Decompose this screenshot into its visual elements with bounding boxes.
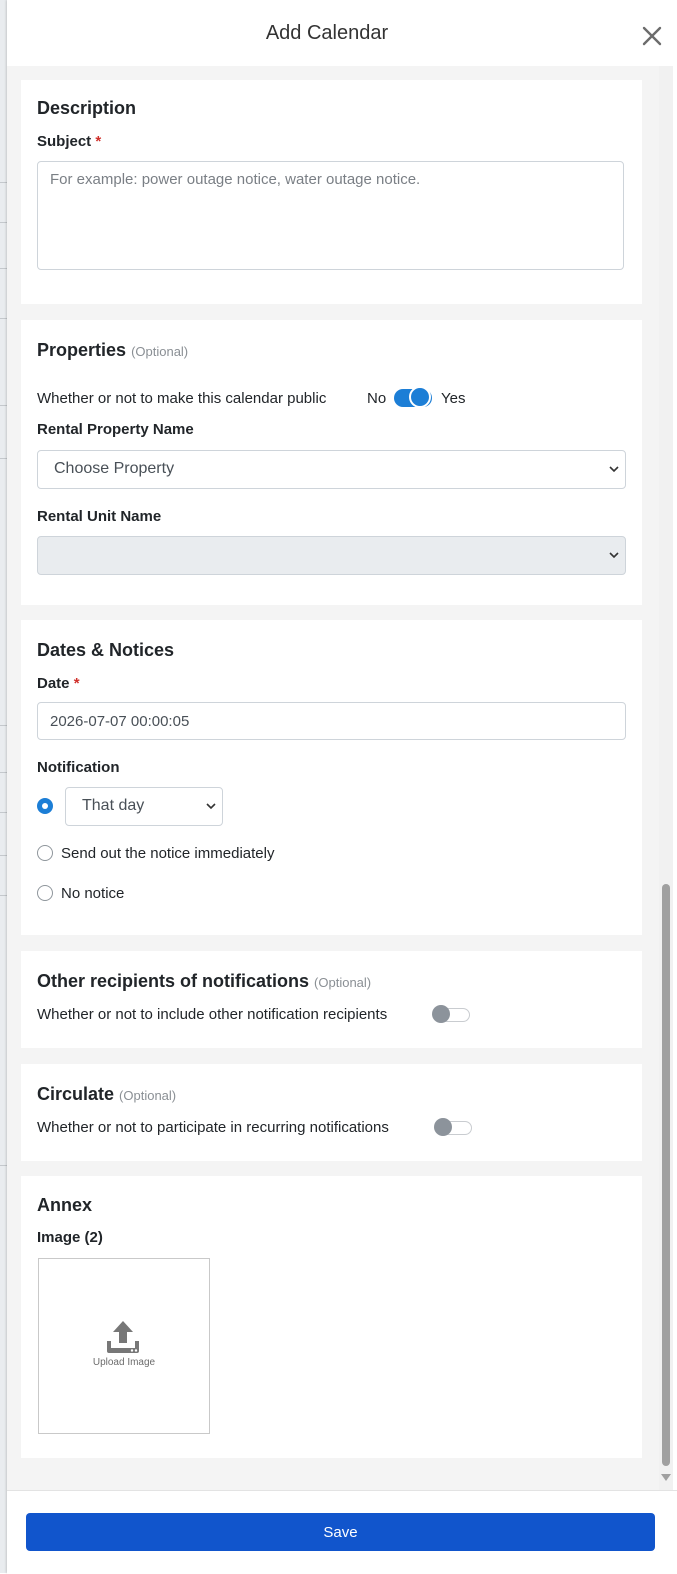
circulate-card: Circulate (Optional) Whether or not to p… bbox=[21, 1064, 642, 1161]
scrollbar-thumb[interactable] bbox=[662, 884, 670, 1466]
properties-heading: Properties (Optional) bbox=[37, 340, 188, 361]
notification-label: Notification bbox=[37, 759, 120, 776]
subject-label-text: Subject bbox=[37, 133, 92, 150]
date-label-text: Date bbox=[37, 675, 70, 692]
upload-image-button[interactable]: Upload Image bbox=[38, 1258, 210, 1434]
add-calendar-modal: Add Calendar Description Subject * Prope… bbox=[7, 0, 677, 1574]
image-label: Image (2) bbox=[37, 1229, 103, 1246]
property-label: Rental Property Name bbox=[37, 421, 194, 438]
property-select-value: Choose Property bbox=[54, 460, 175, 477]
circulate-toggle[interactable] bbox=[434, 1118, 472, 1136]
other-recipients-toggle[interactable] bbox=[432, 1005, 470, 1023]
required-mark: * bbox=[73, 675, 80, 692]
dates-heading: Dates & Notices bbox=[37, 640, 175, 660]
circulate-heading-text: Circulate bbox=[37, 1084, 115, 1104]
circulate-heading: Circulate (Optional) bbox=[37, 1084, 176, 1105]
modal-title: Add Calendar bbox=[265, 22, 389, 44]
subject-label: Subject * bbox=[37, 133, 101, 150]
date-input[interactable] bbox=[37, 702, 626, 740]
background-page-edge bbox=[0, 0, 7, 1573]
property-select[interactable]: Choose Property bbox=[37, 450, 626, 489]
other-recipients-card: Other recipients of notifications (Optio… bbox=[21, 951, 642, 1048]
scrollbar[interactable] bbox=[659, 66, 673, 1490]
date-label: Date * bbox=[37, 675, 80, 692]
optional-tag: (Optional) bbox=[119, 1088, 177, 1103]
optional-tag: (Optional) bbox=[314, 975, 372, 990]
description-heading: Description bbox=[37, 98, 137, 118]
public-yes-label: Yes bbox=[441, 390, 466, 407]
save-button[interactable]: Save bbox=[26, 1513, 655, 1551]
public-no-label: No bbox=[367, 390, 387, 407]
modal-body: Description Subject * Properties (Option… bbox=[7, 66, 659, 1490]
chevron-down-icon bbox=[609, 466, 619, 473]
notification-timing-value: That day bbox=[82, 797, 145, 814]
close-icon[interactable] bbox=[640, 24, 664, 48]
unit-label: Rental Unit Name bbox=[37, 508, 162, 525]
notification-radio-immediately[interactable] bbox=[37, 845, 53, 861]
chevron-down-icon bbox=[609, 552, 619, 559]
scroll-down-arrow-icon[interactable] bbox=[661, 1474, 671, 1481]
unit-select[interactable] bbox=[37, 536, 626, 575]
upload-icon bbox=[107, 1321, 139, 1353]
subject-input[interactable] bbox=[37, 161, 624, 270]
annex-card: Annex Image (2) Upload Image bbox=[21, 1176, 642, 1458]
public-question: Whether or not to make this calendar pub… bbox=[37, 390, 327, 407]
description-card: Description Subject * bbox=[21, 80, 642, 304]
notification-radio-none[interactable] bbox=[37, 885, 53, 901]
option-immediately-label: Send out the notice immediately bbox=[61, 845, 275, 862]
other-recipients-question: Whether or not to include other notifica… bbox=[37, 1006, 388, 1023]
other-recipients-heading: Other recipients of notifications (Optio… bbox=[37, 971, 371, 992]
properties-heading-text: Properties bbox=[37, 340, 127, 360]
modal-footer: Save bbox=[7, 1490, 677, 1574]
properties-card: Properties (Optional) Whether or not to … bbox=[21, 320, 642, 605]
optional-tag: (Optional) bbox=[131, 344, 189, 359]
dates-notices-card: Dates & Notices Date * Notification That… bbox=[21, 620, 642, 935]
notification-radio-timed[interactable] bbox=[37, 798, 53, 814]
circulate-question: Whether or not to participate in recurri… bbox=[37, 1119, 389, 1136]
annex-heading: Annex bbox=[37, 1195, 93, 1215]
required-mark: * bbox=[95, 133, 102, 150]
public-toggle[interactable] bbox=[394, 386, 432, 408]
other-recipients-heading-text: Other recipients of notifications bbox=[37, 971, 310, 991]
chevron-down-icon bbox=[206, 803, 216, 810]
notification-timing-select[interactable]: That day bbox=[65, 787, 223, 826]
modal-header: Add Calendar bbox=[7, 0, 677, 66]
option-none-label: No notice bbox=[61, 885, 125, 902]
upload-image-label: Upload Image bbox=[92, 1357, 156, 1368]
